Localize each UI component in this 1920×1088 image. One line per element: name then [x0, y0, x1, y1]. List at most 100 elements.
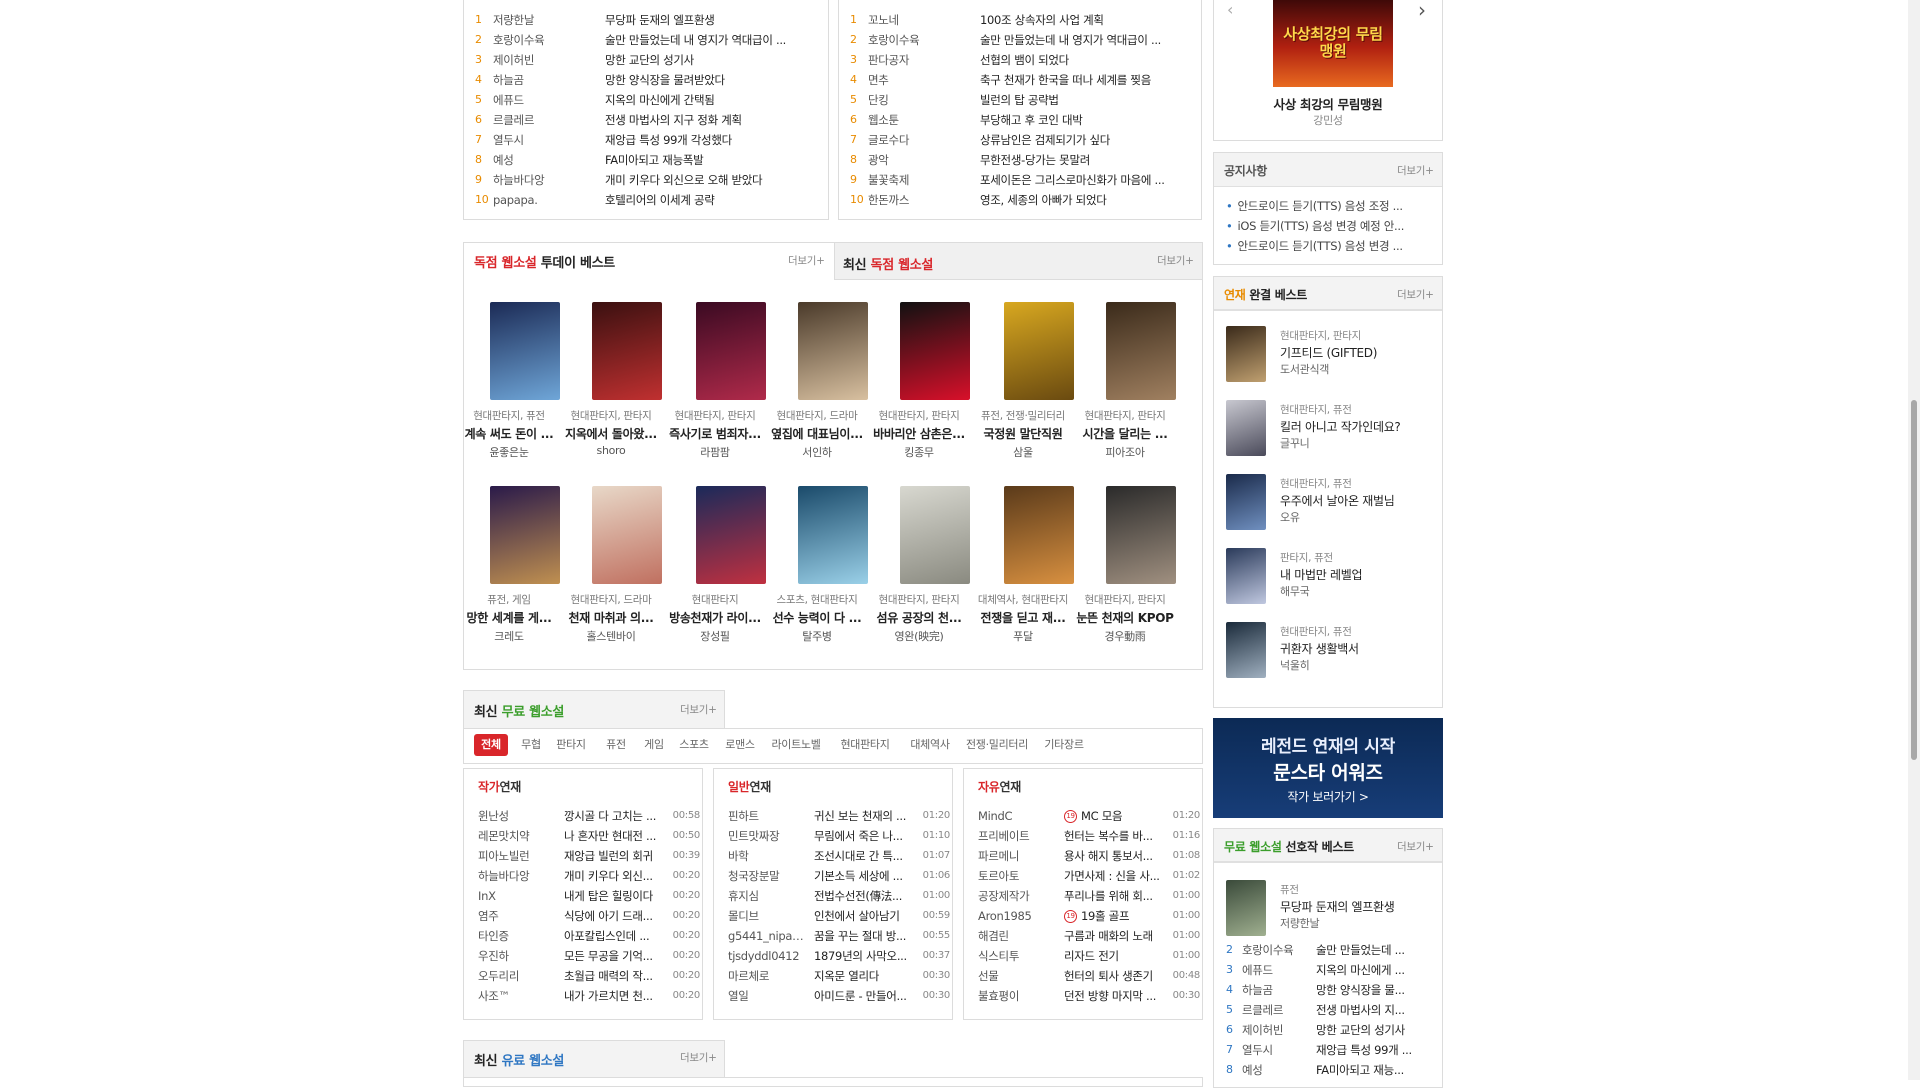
category-tab[interactable]: 로맨스 [720, 734, 760, 756]
free-row-author[interactable]: 바학 [728, 846, 808, 866]
book-cover[interactable] [1004, 486, 1074, 584]
free-latest-more-link[interactable]: 더보기+ [680, 702, 717, 717]
free-list-row[interactable]: 선물 헌터의 퇴사 생존기 00:48 [978, 966, 1200, 986]
pick-best-row[interactable]: 5 르클레르 전생 마법사의 지... [1226, 1000, 1446, 1020]
category-tab[interactable]: 스포츠 [676, 734, 712, 756]
rank-title[interactable]: 전생 마법사의 지구 정화 계획 [605, 110, 815, 130]
ranking-row[interactable]: 7 열두시 재앙급 특성 99개 각성했다 [475, 130, 815, 150]
free-row-author[interactable]: 몰디브 [728, 906, 808, 926]
free-row-author[interactable]: 마르체로 [728, 966, 808, 986]
category-tab[interactable]: 대체역사 [906, 734, 954, 756]
complete-best-item[interactable]: 판타지, 퓨전 내 마법만 레벨업 해무국 [1226, 548, 1446, 618]
rank-title[interactable]: 망한 교단의 성기사 [605, 50, 815, 70]
pick-title[interactable]: 재앙급 특성 99개 ... [1316, 1040, 1446, 1060]
category-tab[interactable]: 퓨전 [600, 734, 632, 756]
rank-title[interactable]: FA미아되고 재능폭발 [605, 150, 815, 170]
moonstar-awards-banner[interactable]: 레전드 연재의 시작 문스타 어워즈 작가 보러가기 > [1213, 718, 1443, 818]
free-row-author[interactable]: 피아노빌런 [478, 846, 558, 866]
free-list-row[interactable]: 레몬맛치약 나 혼자만 현대전 ... 00:50 [478, 826, 700, 846]
free-list-row[interactable]: g5441_nipa0... 꿈을 꾸는 절대 방... 00:55 [728, 926, 950, 946]
rank-author[interactable]: 저량한날 [493, 10, 603, 30]
rank-title[interactable]: 지옥의 마신에게 간택됨 [605, 90, 815, 110]
book-title[interactable]: 전쟁을 딛고 재... [973, 609, 1073, 626]
ranking-row[interactable]: 7 글로수다 상류남인은 검제되기가 싶다 [850, 130, 1190, 150]
book-cover[interactable] [1106, 302, 1176, 400]
free-row-author[interactable]: 프리베이트 [978, 826, 1058, 846]
notice-item[interactable]: 안드로이드 듣기(TTS) 음성 조정 ... [1226, 198, 1426, 214]
pick-author[interactable]: 열두시 [1242, 1040, 1312, 1060]
ranking-row[interactable]: 9 하늘바다앙 개미 키우다 외신으로 오해 받았다 [475, 170, 815, 190]
rank-title[interactable]: 망한 양식장을 물려받았다 [605, 70, 815, 90]
pick-best-row[interactable]: 6 제이허빈 망한 교단의 성기사 [1226, 1020, 1446, 1040]
pick-best-row[interactable]: 4 하늘곰 망한 양식장을 물... [1226, 980, 1446, 1000]
ranking-row[interactable]: 3 제이허빈 망한 교단의 성기사 [475, 50, 815, 70]
book-title[interactable]: 천재 마취과 의... [561, 609, 661, 626]
rank-title[interactable]: 재앙급 특성 99개 각성했다 [605, 130, 815, 150]
chevron-left-icon[interactable]: ‹ [1227, 0, 1233, 19]
rank-title[interactable]: 100조 상속자의 사업 계획 [980, 10, 1190, 30]
ranking-row[interactable]: 10 papapa. 호텔리어의 이세계 공략 [475, 190, 815, 210]
free-list-row[interactable]: 바학 조선시대로 간 특... 01:07 [728, 846, 950, 866]
category-tab[interactable]: 무협 [518, 734, 544, 756]
rank-title[interactable]: 호텔리어의 이세계 공략 [605, 190, 815, 210]
rank-author[interactable]: 예성 [493, 150, 603, 170]
rank-title[interactable]: 술만 만들었는데 내 영지가 역대급이 ... [980, 30, 1190, 50]
free-row-author[interactable]: 윈난성 [478, 806, 558, 826]
ranking-row[interactable]: 6 웹소툰 부당해고 후 코인 대박 [850, 110, 1190, 130]
rank-author[interactable]: 하늘바다앙 [493, 170, 603, 190]
feature-cover[interactable]: 사상최강의 무림맹원 [1273, 0, 1393, 87]
free-row-author[interactable]: 선물 [978, 966, 1058, 986]
free-list-row[interactable]: 타인증 아포칼립스인데 ... 00:20 [478, 926, 700, 946]
free-list-row[interactable]: 사조™ 내가 가르치면 천... 00:20 [478, 986, 700, 1006]
rank-author[interactable]: 호랑이수육 [493, 30, 603, 50]
notice-item[interactable]: iOS 듣기(TTS) 음성 변경 예정 안... [1226, 218, 1426, 234]
chevron-right-icon[interactable]: › [1418, 0, 1426, 22]
pick-title[interactable]: FA미아되고 재능... [1316, 1060, 1446, 1080]
free-row-author[interactable]: 열일 [728, 986, 808, 1006]
free-list-row[interactable]: 오두리리 초월급 매력의 작... 00:20 [478, 966, 700, 986]
free-list-row[interactable]: tjsdyddl0412 1879년의 사막오... 00:37 [728, 946, 950, 966]
notice-more-link[interactable]: 더보기+ [1397, 163, 1434, 178]
free-row-author[interactable]: 해겸린 [978, 926, 1058, 946]
free-row-author[interactable]: 파르메니 [978, 846, 1058, 866]
free-list-row[interactable]: MindC 19 MC 모음 01:20 [978, 806, 1200, 826]
complete-best-item[interactable]: 현대판타지, 퓨전 킬러 아니고 작가인데요? 글꾸니 [1226, 400, 1446, 470]
complete-best-item[interactable]: 현대판타지, 퓨전 우주에서 날아온 재벌님 오유 [1226, 474, 1446, 544]
free-list-row[interactable]: 파르메니 용사 해지 통보서... 01:08 [978, 846, 1200, 866]
rank-author[interactable]: 꼬노네 [868, 10, 978, 30]
complete-best-more-link[interactable]: 더보기+ [1397, 287, 1434, 302]
book-cover[interactable] [1106, 486, 1176, 584]
ranking-row[interactable]: 3 판다공자 선협의 뱀이 되었다 [850, 50, 1190, 70]
free-list-row[interactable]: 불효평이 던전 방향 마지막 ... 00:30 [978, 986, 1200, 1006]
category-tab[interactable]: 라이트노벨 [768, 734, 824, 756]
free-list-row[interactable]: 휴지심 전법수선전(傳法... 01:00 [728, 886, 950, 906]
pick-title[interactable]: 망한 양식장을 물... [1316, 980, 1446, 1000]
free-list-row[interactable]: 우진하 모든 무공을 기억... 00:20 [478, 946, 700, 966]
free-list-row[interactable]: Aron1985 19 19홀 골프 01:00 [978, 906, 1200, 926]
book-cover[interactable] [592, 302, 662, 400]
book-title[interactable]: 계속 써도 돈이 ... [459, 425, 559, 442]
free-list-row[interactable]: 피아노빌런 재앙급 빌런의 회귀 00:39 [478, 846, 700, 866]
pick-author[interactable]: 제이허빈 [1242, 1020, 1312, 1040]
rank-title[interactable]: 포세이돈은 그리스로마신화가 마음에 ... [980, 170, 1190, 190]
notice-item[interactable]: 안드로이드 듣기(TTS) 음성 변경 ... [1226, 238, 1426, 254]
free-row-author[interactable]: 오두리리 [478, 966, 558, 986]
rank-title[interactable]: 상류남인은 검제되기가 싶다 [980, 130, 1190, 150]
free-list-row[interactable]: 청국장분말 기본소득 세상에 ... 01:06 [728, 866, 950, 886]
free-list-row[interactable]: 하늘바다앙 개미 키우다 외신... 00:20 [478, 866, 700, 886]
free-list-row[interactable]: 마르체로 지옥문 열리다 00:30 [728, 966, 950, 986]
book-cover[interactable] [798, 486, 868, 584]
rank-author[interactable]: 면추 [868, 70, 978, 90]
ranking-row[interactable]: 8 광악 무한전생-당가는 못말려 [850, 150, 1190, 170]
rank-title[interactable]: 빌런의 탑 공략법 [980, 90, 1190, 110]
free-row-author[interactable]: 공장제작가 [978, 886, 1058, 906]
ranking-row[interactable]: 10 한돈까스 영조, 세종의 아빠가 되었다 [850, 190, 1190, 210]
free-row-author[interactable]: Aron1985 [978, 906, 1058, 926]
ranking-row[interactable]: 1 저량한날 무당파 둔재의 엘프환생 [475, 10, 815, 30]
free-row-author[interactable]: 민트맛짜장 [728, 826, 808, 846]
book-title[interactable]: 즉사기로 범죄자... [665, 425, 765, 442]
pick-best-row[interactable]: 8 예성 FA미아되고 재능... [1226, 1060, 1446, 1080]
pick-author[interactable]: 르클레르 [1242, 1000, 1312, 1020]
category-tab[interactable]: 게임 [640, 734, 668, 756]
ranking-row[interactable]: 5 단킹 빌런의 탑 공략법 [850, 90, 1190, 110]
